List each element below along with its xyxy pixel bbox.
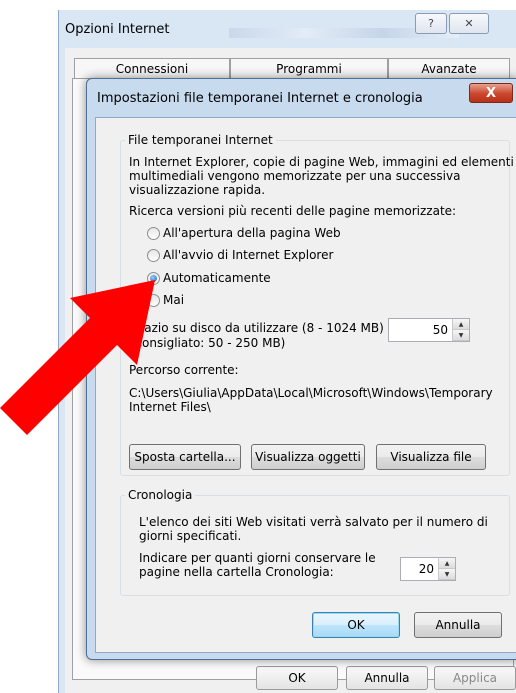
- window-title: Opzioni Internet: [65, 22, 170, 37]
- spin-down-icon[interactable]: ▼: [439, 569, 455, 580]
- temp-files-description-line1: In Internet Explorer, copie di pagine We…: [129, 155, 514, 169]
- history-description-line1: L'elenco dei siti Web visitati verrà sal…: [139, 515, 488, 529]
- radio-on-page-open[interactable]: All'apertura della pagina Web: [147, 226, 341, 240]
- help-button[interactable]: ?: [415, 13, 447, 34]
- dialog-title: Impostazioni file temporanei Internet e …: [97, 91, 423, 106]
- close-x-icon: X: [485, 85, 497, 101]
- dialog-ok-button[interactable]: OK: [312, 612, 400, 638]
- red-arrow-annotation: [0, 270, 200, 460]
- radio-label: All'avvio di Internet Explorer: [163, 248, 334, 262]
- outer-apply-button[interactable]: Applica: [434, 666, 516, 690]
- tab-connessioni[interactable]: Connessioni: [74, 58, 230, 78]
- dialog-cancel-button[interactable]: Annulla: [414, 612, 502, 638]
- close-x-icon: ✕: [464, 17, 474, 30]
- history-group-label: Cronologia: [128, 488, 193, 502]
- spin-up-icon[interactable]: ▲: [453, 319, 469, 330]
- check-newer-label: Ricerca versioni più recenti delle pagin…: [129, 204, 457, 218]
- tab-avanzate[interactable]: Avanzate: [388, 58, 510, 78]
- history-days-label-line1: Indicare per quanti giorni conservare le: [139, 551, 376, 565]
- tab-programmi[interactable]: Programmi: [230, 58, 388, 78]
- question-mark-icon: ?: [428, 17, 434, 30]
- dialog-close-button[interactable]: X: [469, 83, 513, 103]
- view-files-button[interactable]: Visualizza file: [376, 444, 486, 470]
- view-objects-button[interactable]: Visualizza oggetti: [251, 444, 365, 470]
- temp-files-description-line2: multimediali vengono memorizzate per una…: [129, 169, 461, 183]
- tab-strip: Connessioni Programmi Avanzate: [74, 58, 510, 78]
- radio-circle: [147, 248, 160, 262]
- disk-space-spinner[interactable]: 50 ▲ ▼: [388, 318, 470, 342]
- temp-files-description-line3: visualizzazione rapida.: [129, 183, 266, 197]
- radio-on-ie-start[interactable]: All'avvio di Internet Explorer: [147, 248, 333, 262]
- outer-ok-button[interactable]: OK: [256, 666, 338, 690]
- history-days-value: 20: [418, 562, 434, 576]
- spin-up-icon[interactable]: ▲: [439, 558, 455, 569]
- outer-cancel-button[interactable]: Annulla: [346, 666, 428, 690]
- temp-files-group-label: File temporanei Internet: [128, 133, 273, 147]
- arrow-icon: [0, 280, 155, 435]
- radio-circle: [147, 226, 160, 240]
- history-days-spinner[interactable]: 20 ▲ ▼: [400, 557, 456, 581]
- spin-down-icon[interactable]: ▼: [453, 330, 469, 341]
- radio-label: All'apertura della pagina Web: [163, 226, 341, 240]
- disk-space-value: 50: [432, 323, 448, 337]
- history-days-label-line2: pagine nella cartella Cronologia:: [139, 565, 334, 579]
- history-description-line2: giorni specificati.: [139, 529, 242, 543]
- window-close-button[interactable]: ✕: [449, 13, 489, 34]
